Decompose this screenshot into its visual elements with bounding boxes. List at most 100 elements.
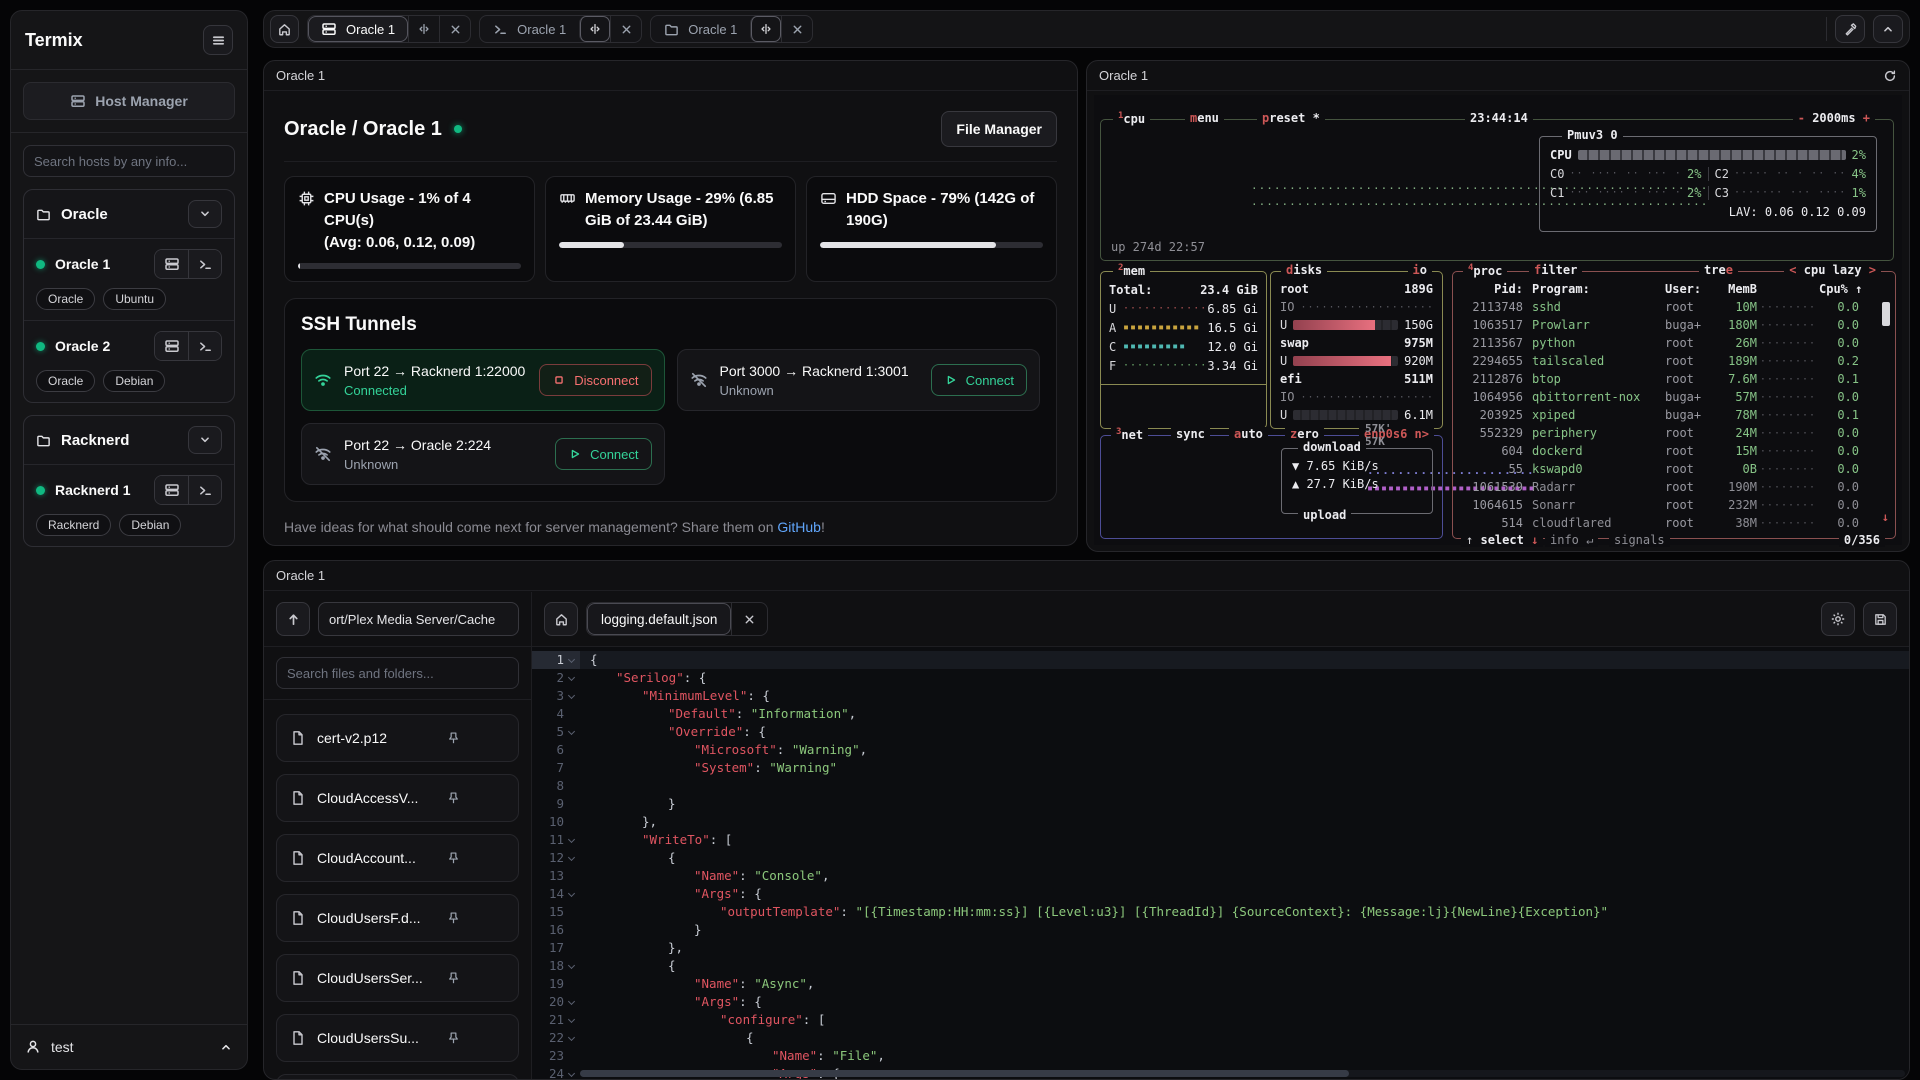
- open-file-manager-button[interactable]: [155, 250, 188, 278]
- gutter-line[interactable]: 20: [532, 993, 580, 1011]
- file-item[interactable]: CloudAccount...: [276, 834, 519, 882]
- gutter-line[interactable]: 18: [532, 957, 580, 975]
- open-terminal-button[interactable]: [188, 332, 221, 360]
- process-row[interactable]: 604dockerdroot15M········0.0: [1453, 442, 1895, 460]
- fold-toggle-icon[interactable]: [568, 854, 576, 862]
- split-view-button[interactable]: [579, 16, 610, 42]
- process-row[interactable]: 514cloudflaredroot38M········0.0: [1453, 514, 1895, 532]
- gutter-line[interactable]: 24: [532, 1065, 580, 1079]
- code-editor[interactable]: 123456789101112131415161718192021222324 …: [532, 647, 1909, 1079]
- process-row[interactable]: 203925xpipedbuga+78M········0.1: [1453, 406, 1895, 424]
- proc-select-control[interactable]: ↑ select ↓: [1461, 533, 1543, 547]
- open-file-manager-button[interactable]: [155, 332, 188, 360]
- editor-settings-button[interactable]: [1821, 602, 1855, 636]
- editor-home-button[interactable]: [544, 602, 578, 636]
- process-row[interactable]: 1064956qbittorrent-noxbuga+57M········0.…: [1453, 388, 1895, 406]
- split-view-button[interactable]: [408, 16, 439, 42]
- process-row[interactable]: 1064615Sonarrroot232M········0.0: [1453, 496, 1895, 514]
- sidebar-collapse-button[interactable]: [203, 25, 233, 55]
- process-row[interactable]: 2294655tailscaledroot189M········0.2: [1453, 352, 1895, 370]
- gutter-line[interactable]: 12: [532, 849, 580, 867]
- pin-icon[interactable]: [446, 851, 461, 866]
- file-item[interactable]: CloudUsersF.d...: [276, 894, 519, 942]
- code-line[interactable]: "Args": {: [580, 885, 1909, 903]
- fold-toggle-icon[interactable]: [568, 998, 576, 1006]
- code-line[interactable]: }: [580, 795, 1909, 813]
- tunnel-disconnect-button[interactable]: Disconnect: [539, 364, 651, 396]
- code-line[interactable]: "System": "Warning": [580, 759, 1909, 777]
- fold-toggle-icon[interactable]: [568, 1016, 576, 1024]
- code-line[interactable]: "Default": "Information",: [580, 705, 1909, 723]
- process-row[interactable]: 2113567pythonroot26M········0.0: [1453, 334, 1895, 352]
- code-line[interactable]: {: [580, 849, 1909, 867]
- user-menu[interactable]: test: [11, 1024, 247, 1069]
- file-manager-button[interactable]: File Manager: [941, 111, 1057, 147]
- gutter-line[interactable]: 4: [532, 705, 580, 723]
- fold-toggle-icon[interactable]: [568, 836, 576, 844]
- gutter-line[interactable]: 21: [532, 1011, 580, 1029]
- code-line[interactable]: "Name": "Async",: [580, 975, 1909, 993]
- code-line[interactable]: "Microsoft": "Warning",: [580, 741, 1909, 759]
- pin-icon[interactable]: [446, 911, 461, 926]
- proc-scrollbar[interactable]: [1882, 302, 1890, 326]
- tunnel-connect-button[interactable]: Connect: [931, 364, 1027, 396]
- code-line[interactable]: [580, 777, 1909, 795]
- gutter-line[interactable]: 9: [532, 795, 580, 813]
- process-row[interactable]: 2112876btoproot7.6M········0.1: [1453, 370, 1895, 388]
- gutter-line[interactable]: 8: [532, 777, 580, 795]
- tab-close-button[interactable]: [439, 16, 470, 42]
- gutter-line[interactable]: 16: [532, 921, 580, 939]
- gutter-line[interactable]: 2: [532, 669, 580, 687]
- collapse-group-button[interactable]: [188, 426, 222, 454]
- fold-toggle-icon[interactable]: [568, 656, 576, 664]
- host-item[interactable]: Oracle 2OracleDebian: [24, 320, 234, 402]
- gutter-line[interactable]: 22: [532, 1029, 580, 1047]
- editor-horizontal-scrollbar[interactable]: [580, 1070, 1905, 1077]
- collapse-tabbar-button[interactable]: [1873, 15, 1903, 43]
- open-terminal-button[interactable]: [188, 250, 221, 278]
- pin-icon[interactable]: [446, 731, 461, 746]
- host-group-header[interactable]: Oracle: [24, 190, 234, 238]
- split-view-button[interactable]: [750, 16, 781, 42]
- gutter-line[interactable]: 15: [532, 903, 580, 921]
- code-line[interactable]: {: [580, 1029, 1909, 1047]
- pin-icon[interactable]: [446, 791, 461, 806]
- code-line[interactable]: "MinimumLevel": {: [580, 687, 1909, 705]
- process-row[interactable]: 1061539Radarrroot190M········0.0: [1453, 478, 1895, 496]
- terminal-screen[interactable]: 1cpumenupreset *23:44:14- 2000ms +······…: [1094, 95, 1902, 545]
- open-file-name[interactable]: logging.default.json: [587, 603, 731, 635]
- code-line[interactable]: },: [580, 939, 1909, 957]
- process-row[interactable]: 2113748sshdroot10M········0.0: [1453, 298, 1895, 316]
- tab-close-button[interactable]: [781, 16, 812, 42]
- gutter-line[interactable]: 17: [532, 939, 580, 957]
- tab-close-button[interactable]: [610, 16, 641, 42]
- collapse-group-button[interactable]: [188, 200, 222, 228]
- tools-button[interactable]: [1835, 15, 1865, 43]
- code-line[interactable]: "Override": {: [580, 723, 1909, 741]
- file-item[interactable]: [276, 1074, 519, 1079]
- host-manager-button[interactable]: Host Manager: [23, 82, 235, 120]
- fold-toggle-icon[interactable]: [568, 674, 576, 682]
- tab-folder[interactable]: Oracle 1: [651, 16, 750, 42]
- gutter-line[interactable]: 19: [532, 975, 580, 993]
- process-row[interactable]: 552329peripheryroot24M········0.0: [1453, 424, 1895, 442]
- code-line[interactable]: "Name": "Console",: [580, 867, 1909, 885]
- gutter-line[interactable]: 23: [532, 1047, 580, 1065]
- pin-icon[interactable]: [446, 971, 461, 986]
- code-line[interactable]: "Name": "File",: [580, 1047, 1909, 1065]
- host-item[interactable]: Oracle 1OracleUbuntu: [24, 238, 234, 320]
- github-link[interactable]: GitHub: [777, 519, 821, 535]
- host-item[interactable]: Racknerd 1RacknerdDebian: [24, 464, 234, 546]
- file-item[interactable]: CloudUsersSu...: [276, 1014, 519, 1062]
- open-terminal-button[interactable]: [188, 476, 221, 504]
- code-line[interactable]: "outputTemplate": "[{Timestamp:HH:mm:ss}…: [580, 903, 1909, 921]
- file-search-input[interactable]: [276, 657, 519, 689]
- host-group-header[interactable]: Racknerd: [24, 416, 234, 464]
- file-item[interactable]: cert-v2.p12: [276, 714, 519, 762]
- gutter-line[interactable]: 7: [532, 759, 580, 777]
- file-item[interactable]: CloudAccessV...: [276, 774, 519, 822]
- refresh-icon[interactable]: [1883, 69, 1897, 83]
- process-row[interactable]: 1063517Prowlarrbuga+180M········0.0: [1453, 316, 1895, 334]
- fold-toggle-icon[interactable]: [568, 1034, 576, 1042]
- code-line[interactable]: {: [580, 957, 1909, 975]
